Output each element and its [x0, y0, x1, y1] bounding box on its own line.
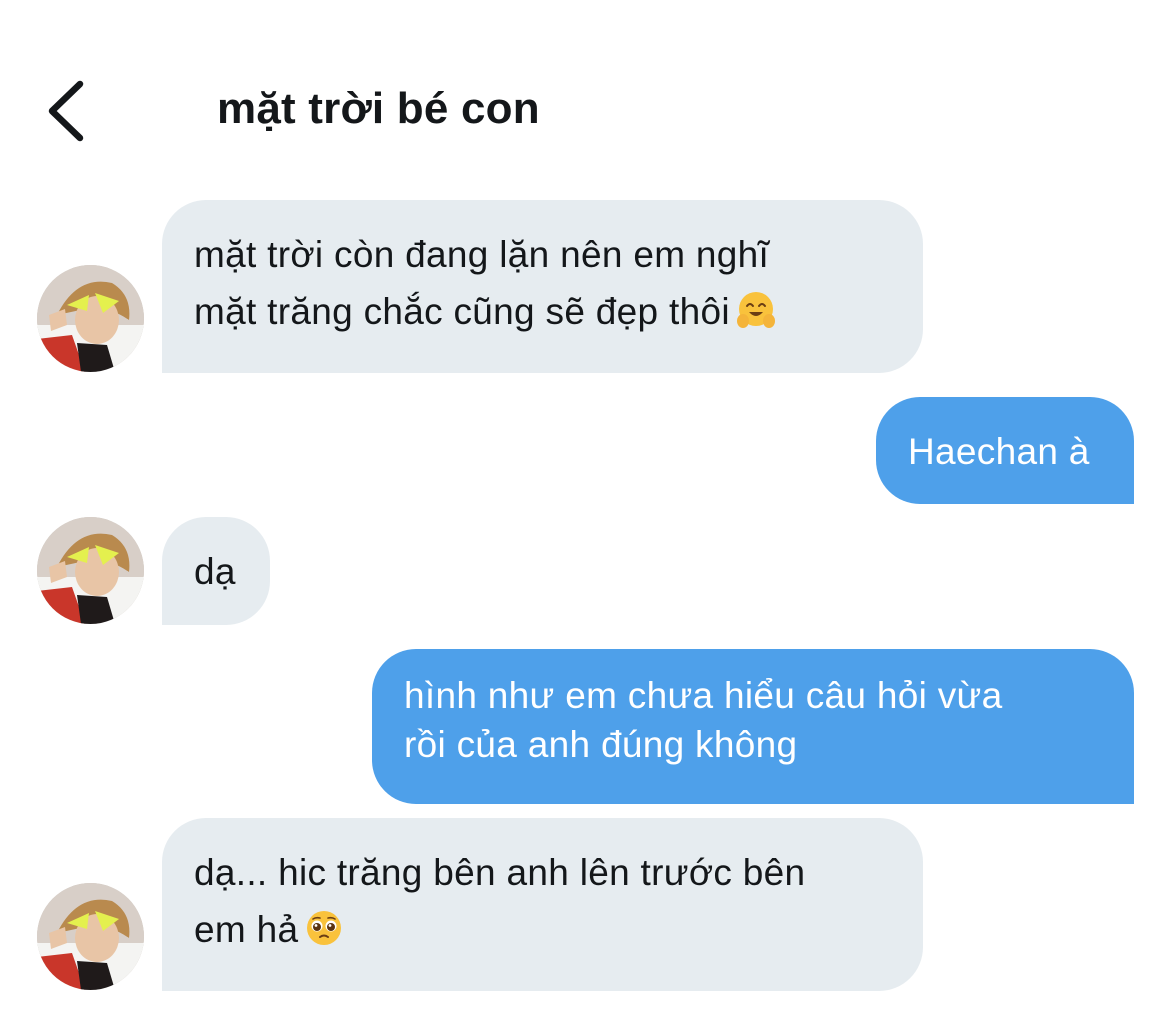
hugging-face-emoji-icon	[736, 290, 776, 330]
message-text: em hả	[194, 909, 299, 950]
message-bubble-received: dạ... hic trăng bên anh lên trước bên em…	[162, 818, 923, 991]
pleading-face-emoji-icon	[304, 908, 344, 948]
message-text: dạ	[194, 551, 236, 592]
message-text: mặt trăng chắc cũng sẽ đẹp thôi	[194, 291, 730, 332]
message-text: Haechan à	[908, 431, 1090, 472]
avatar[interactable]	[37, 265, 144, 372]
avatar[interactable]	[37, 517, 144, 624]
conversation-title: mặt trời bé con	[217, 84, 540, 133]
message-line: dạ... hic trăng bên anh lên trước bên	[194, 852, 806, 893]
back-button[interactable]	[40, 78, 96, 144]
message-bubble-sent: hình như em chưa hiểu câu hỏi vừa rồi củ…	[372, 649, 1134, 804]
message-line: em hả	[194, 901, 893, 958]
message-line: mặt trăng chắc cũng sẽ đẹp thôi	[194, 283, 893, 340]
chevron-left-icon	[40, 78, 96, 144]
message-bubble-received: dạ	[162, 517, 270, 625]
message-bubble-sent: Haechan à	[876, 397, 1134, 504]
chat-header: mặt trời bé con	[0, 0, 1169, 180]
message-line: hình như em chưa hiểu câu hỏi vừa	[404, 675, 1003, 716]
avatar[interactable]	[37, 883, 144, 990]
message-line: mặt trời còn đang lặn nên em nghĩ	[194, 234, 770, 275]
message-bubble-received: mặt trời còn đang lặn nên em nghĩ mặt tr…	[162, 200, 923, 373]
message-line: rồi của anh đúng không	[404, 724, 798, 765]
chat-screen: mặt trời bé con mặt trời còn đang lặn nê…	[0, 0, 1169, 1013]
